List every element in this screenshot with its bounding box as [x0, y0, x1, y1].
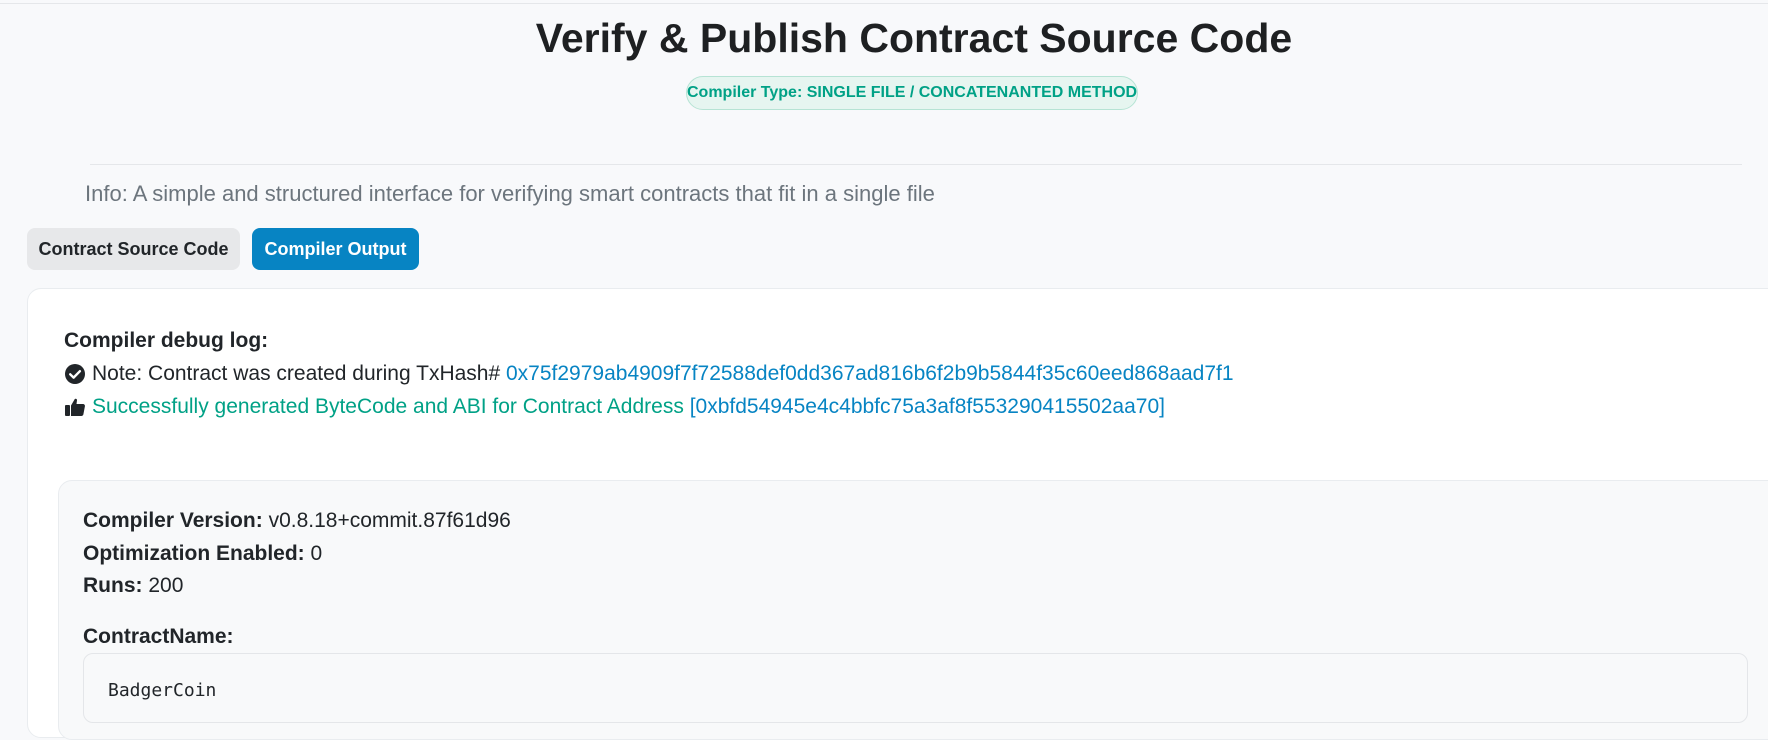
runs-value: 200 — [148, 574, 184, 597]
contract-name-box[interactable] — [83, 653, 1748, 723]
optimization-value: 0 — [310, 542, 323, 565]
tx-note-line: Note: Contract was created during TxHash… — [64, 360, 1234, 388]
contract-name-value: BadgerCoin — [108, 680, 217, 701]
optimization-row: Optimization Enabled: 0 — [83, 540, 322, 568]
runs-row: Runs: 200 — [83, 572, 183, 600]
optimization-label: Optimization Enabled: — [83, 542, 305, 565]
thumbs-up-icon — [64, 396, 86, 418]
info-text: Info: A simple and structured interface … — [85, 181, 935, 206]
compiler-type-badge: Compiler Type: SINGLE FILE / CONCATENANT… — [686, 76, 1138, 110]
runs-label: Runs: — [83, 574, 143, 597]
check-circle-icon — [64, 363, 86, 385]
top-divider — [0, 3, 1768, 4]
tx-note-prefix: Note: Contract was created during TxHash… — [92, 362, 501, 385]
section-divider — [90, 164, 1742, 165]
compiler-version-row: Compiler Version: v0.8.18+commit.87f61d9… — [83, 507, 511, 535]
success-message: Successfully generated ByteCode and ABI … — [92, 395, 684, 418]
tab-compiler-output[interactable]: Compiler Output — [252, 228, 419, 270]
debug-log-title: Compiler debug log: — [64, 329, 269, 352]
compiler-version-label: Compiler Version: — [83, 509, 263, 532]
success-line: Successfully generated ByteCode and ABI … — [64, 393, 1165, 421]
compiler-version-value: v0.8.18+commit.87f61d96 — [268, 509, 511, 532]
page-title: Verify & Publish Contract Source Code — [535, 15, 1293, 61]
contract-name-label: ContractName: — [83, 625, 234, 648]
tab-contract-source-code[interactable]: Contract Source Code — [27, 228, 240, 270]
contract-address-link[interactable]: [0xbfd54945e4c4bbfc75a3af8f553290415502a… — [690, 393, 1165, 421]
tx-hash-link[interactable]: 0x75f2979ab4909f7f72588def0dd367ad816b6f… — [506, 360, 1234, 388]
